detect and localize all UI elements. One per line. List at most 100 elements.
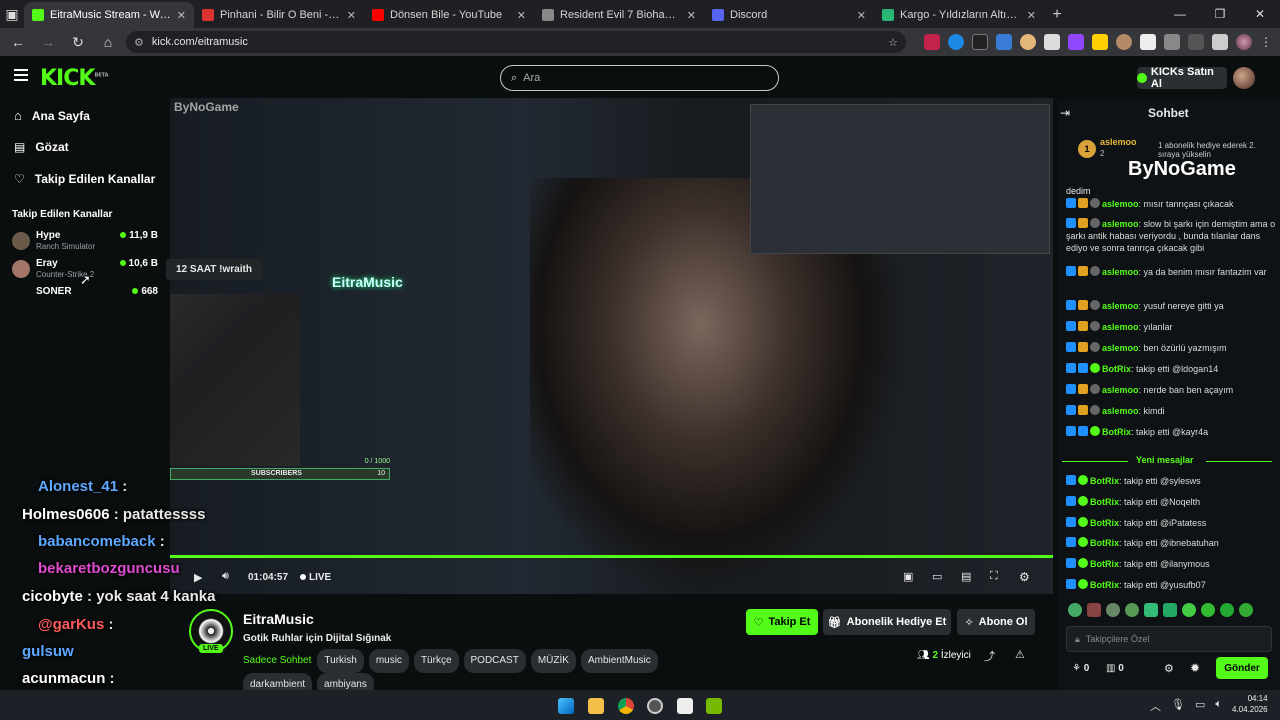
maximize-icon[interactable]: ❐ [1200,0,1240,28]
new-tab-button[interactable]: + [1044,2,1070,28]
share-icon[interactable]: ⤴ [984,648,995,664]
close-tab-icon[interactable]: ✕ [857,9,866,22]
search-input[interactable]: ⌕ Ara [500,65,779,91]
reload-icon[interactable]: ↻ [66,30,90,54]
extension-icon[interactable] [1116,34,1132,50]
channel-name[interactable]: EitraMusic [243,611,314,627]
chat-input[interactable]: 🔒︎ Takipçilere Özel [1066,626,1272,652]
app-icon[interactable] [647,698,663,714]
emote-icon[interactable] [1182,603,1196,617]
nvidia-icon[interactable] [706,698,722,714]
browser-tab[interactable]: Pinhani - Bilir O Beni - Akor (G ✕ [194,2,364,28]
close-tab-icon[interactable]: ✕ [347,9,356,22]
emote-icon[interactable] [1106,603,1120,617]
extension-icon[interactable] [948,34,964,50]
browser-tab[interactable]: Discord ✕ [704,2,874,28]
extension-icon[interactable] [924,34,940,50]
profile-avatar-icon[interactable] [1236,34,1252,50]
close-tab-icon[interactable]: ✕ [177,9,186,22]
buy-kicks-button[interactable]: KICKs Satın Al [1137,66,1227,90]
display-icon[interactable]: ▭ [1195,698,1205,714]
follow-button[interactable]: ♡ Takip Et [746,609,818,635]
extension-icon[interactable] [1092,34,1108,50]
bookmark-star-icon[interactable]: ☆ [888,36,898,49]
chat-username[interactable]: BotRix [1090,476,1119,486]
close-tab-icon[interactable]: ✕ [687,9,696,22]
volume-icon[interactable]: 🔊︎ [222,570,229,583]
emote-icon[interactable] [1239,603,1253,617]
pip-icon[interactable]: ▣ [903,570,913,583]
nav-home[interactable]: ⌂ Ana Sayfa [14,108,90,123]
tab-search-icon[interactable]: ▣ [0,0,24,28]
nav-browse[interactable]: ▤ Gözat [14,140,69,154]
notepad-icon[interactable] [677,698,693,714]
close-tab-icon[interactable]: ✕ [1027,9,1036,22]
user-avatar[interactable] [1233,67,1255,89]
stream-tag[interactable]: AmbientMusic [580,649,658,673]
emote-icon[interactable] [1144,603,1158,617]
start-menu-icon[interactable] [558,698,574,714]
chat-username[interactable]: aslemoo [1102,385,1139,395]
chat-username[interactable]: aslemoo [1102,343,1139,353]
emote-icon[interactable] [1220,603,1234,617]
stream-tag[interactable]: music [368,649,409,673]
extension-icon[interactable] [1020,34,1036,50]
chevron-up-icon[interactable]: ︿ [1150,698,1161,714]
back-icon[interactable]: ← [6,30,30,54]
puzzle-icon[interactable] [1164,34,1180,50]
collapse-chat-icon[interactable]: ⇥ [1060,106,1070,120]
browser-tab[interactable]: Kargo - Yıldızların Altında - Ako ✕ [874,2,1044,28]
top-gifter-name[interactable]: aslemoo [1100,137,1137,147]
speaker-icon[interactable]: 🔈︎ [1215,698,1222,714]
chat-username[interactable]: aslemoo [1102,301,1139,311]
chat-username[interactable]: aslemoo [1102,322,1139,332]
chat-username[interactable]: BotRix [1090,559,1119,569]
site-info-icon[interactable]: ⚙ [134,36,144,49]
chat-username[interactable]: BotRix [1090,497,1119,507]
stream-tag[interactable]: Türkçe [413,649,459,673]
nav-following[interactable]: ♡ Takip Edilen Kanallar [14,172,155,186]
stream-tag[interactable]: PODCAST [463,649,526,673]
settings-gear-icon[interactable]: ⚙ [1019,570,1030,584]
media-icon[interactable] [1212,34,1228,50]
chat-settings-icon[interactable]: ⚙ [1164,662,1174,675]
extension-icon[interactable] [996,34,1012,50]
stream-tag[interactable]: MÜZİK [530,649,576,673]
home-icon[interactable]: ⌂ [96,30,120,54]
chrome-icon[interactable] [618,698,634,714]
emote-icon[interactable] [1087,603,1101,617]
mic-icon[interactable]: 🎙︎ [1171,698,1185,714]
chat-username[interactable]: BotRix [1102,427,1131,437]
file-explorer-icon[interactable] [588,698,604,714]
extension-icon[interactable] [1068,34,1084,50]
address-bar[interactable]: ⚙ kick.com/eitramusic ☆ [126,31,906,53]
kick-logo[interactable]: KICKBETA [40,66,109,91]
chat-username[interactable]: BotRix [1090,538,1119,548]
category-link[interactable]: Sadece Sohbet [243,655,311,666]
hamburger-menu-icon[interactable] [14,69,28,81]
chat-username[interactable]: BotRix [1102,364,1131,374]
chat-username[interactable]: aslemoo [1102,199,1139,209]
browser-tab[interactable]: Resident Evil 7 Biohazard +DLC ✕ [534,2,704,28]
close-window-icon[interactable]: ✕ [1240,0,1280,28]
progress-bar[interactable] [170,555,1053,558]
chat-username[interactable]: BotRix [1090,580,1119,590]
close-tab-icon[interactable]: ✕ [517,9,526,22]
clip-icon[interactable]: ▭ [932,570,942,583]
extension-icon[interactable] [972,34,988,50]
followed-channel-hype[interactable]: Hype Ranch Simulator 11,9 B [12,230,162,254]
stream-tag[interactable]: Turkish [317,649,364,673]
emote-icon[interactable] [1163,603,1177,617]
gift-sub-button[interactable]: 🎁︎ Abonelik Hediye Et [823,609,951,635]
send-button[interactable]: Gönder [1216,657,1268,679]
chat-username[interactable]: BotRix [1090,518,1119,528]
report-icon[interactable]: ⚠ [1015,648,1025,661]
chat-username[interactable]: aslemoo [1102,406,1139,416]
extension-icon[interactable] [1044,34,1060,50]
minimize-icon[interactable]: — [1160,0,1200,28]
browser-tab[interactable]: EitraMusic Stream - Watch ✕ [24,2,194,28]
emote-icon[interactable] [1125,603,1139,617]
video-player[interactable]: ByNoGame EitraMusic 0 / 1000 SUBSCRIBERS… [170,98,1053,594]
menu-dots-icon[interactable]: ⋮ [1260,35,1272,49]
subscribe-button[interactable]: ✧ Abone Ol [957,609,1035,635]
